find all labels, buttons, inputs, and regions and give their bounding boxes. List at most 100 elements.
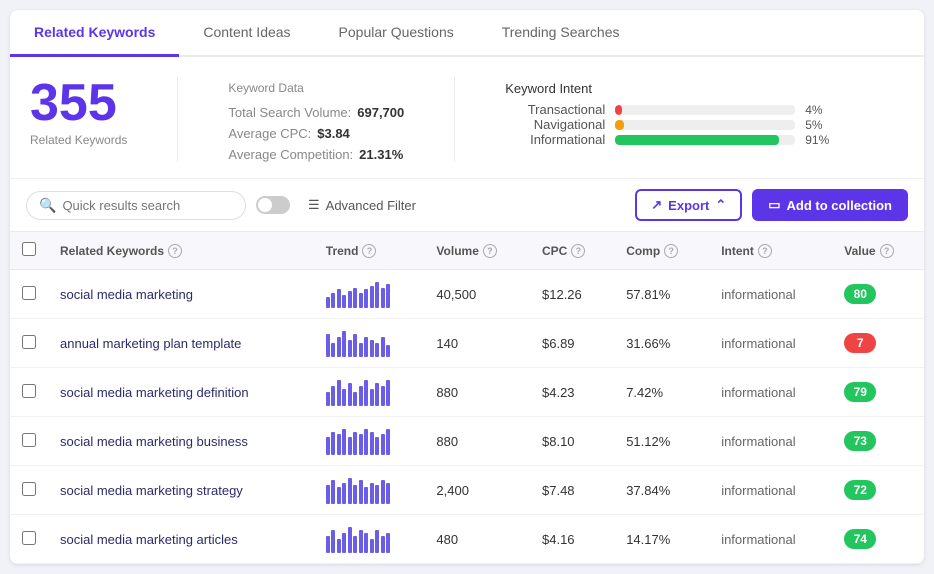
row-checkbox[interactable] [22, 531, 36, 545]
row-checkbox[interactable] [22, 384, 36, 398]
td-volume: 480 [424, 515, 530, 564]
trend-bar [370, 286, 374, 308]
trend-bar [331, 293, 335, 308]
tab-trending-searches[interactable]: Trending Searches [478, 10, 644, 57]
search-icon: 🔍 [39, 197, 56, 214]
td-trend [314, 270, 425, 319]
th-keyword-info-icon[interactable]: ? [168, 244, 182, 258]
trend-bar [375, 437, 379, 455]
trend-bars [326, 329, 413, 357]
trend-bar [364, 487, 368, 504]
intent-bar-bg [615, 135, 795, 145]
trend-bar [364, 429, 368, 455]
filter-icon: ☰ [308, 197, 320, 213]
keyword-intent-section: Keyword Intent Transactional 4% Navigati… [505, 77, 835, 147]
trend-bar [326, 334, 330, 357]
td-trend [314, 319, 425, 368]
collection-icon: ▭ [768, 197, 780, 213]
export-chevron-icon: ⌃ [715, 197, 726, 213]
row-checkbox[interactable] [22, 482, 36, 496]
trend-bar [326, 437, 330, 455]
select-all-checkbox[interactable] [22, 242, 36, 256]
th-comp-info-icon[interactable]: ? [664, 244, 678, 258]
td-check [10, 368, 48, 417]
trend-bar [342, 429, 346, 455]
td-cpc: $4.16 [530, 515, 614, 564]
intent-bar [615, 105, 622, 115]
value-badge: 73 [844, 431, 876, 451]
search-box[interactable]: 🔍 [26, 191, 246, 220]
trend-bar [375, 282, 379, 308]
td-volume: 880 [424, 368, 530, 417]
td-volume: 880 [424, 417, 530, 466]
th-cpc-info-icon[interactable]: ? [571, 244, 585, 258]
th-volume-info-icon[interactable]: ? [483, 244, 497, 258]
intent-label: Navigational [505, 117, 605, 132]
trend-bar [342, 483, 346, 504]
table-row: social media marketing articles 480 $4.1… [10, 515, 924, 564]
trend-bar [348, 478, 352, 504]
keywords-table: Related Keywords ? Trend ? Volume [10, 232, 924, 564]
kd-comp-value: 21.31% [359, 147, 403, 162]
value-badge: 79 [844, 382, 876, 402]
trend-bar [353, 536, 357, 553]
row-checkbox[interactable] [22, 433, 36, 447]
trend-bar [348, 527, 352, 553]
th-intent-info-icon[interactable]: ? [758, 244, 772, 258]
td-volume: 40,500 [424, 270, 530, 319]
td-cpc: $6.89 [530, 319, 614, 368]
tab-related-keywords[interactable]: Related Keywords [10, 10, 179, 57]
td-intent: informational [709, 417, 832, 466]
trend-bars [326, 427, 413, 455]
search-input[interactable] [62, 198, 233, 213]
row-checkbox[interactable] [22, 335, 36, 349]
trend-bar [364, 380, 368, 406]
intent-row-informational: Informational 91% [505, 132, 835, 147]
intent-pct: 91% [805, 133, 835, 147]
th-comp: Comp ? [614, 232, 709, 270]
divider-1 [177, 77, 178, 162]
value-badge: 72 [844, 480, 876, 500]
trend-bar [331, 386, 335, 406]
trend-bar [342, 533, 346, 553]
trend-bar [353, 485, 357, 504]
td-comp: 14.17% [614, 515, 709, 564]
th-check [10, 232, 48, 270]
toggle[interactable] [256, 196, 290, 214]
trend-bar [359, 293, 363, 308]
trend-bar [359, 386, 363, 406]
tab-content-ideas[interactable]: Content Ideas [179, 10, 314, 57]
trend-bar [348, 291, 352, 308]
trend-bar [375, 530, 379, 553]
keyword-name[interactable]: social media marketing definition [60, 385, 249, 400]
trend-bar [331, 480, 335, 504]
td-cpc: $7.48 [530, 466, 614, 515]
td-keyword: social media marketing articles [48, 515, 314, 564]
keyword-name[interactable]: social media marketing [60, 287, 193, 302]
trend-bar [348, 437, 352, 455]
trend-bar [348, 340, 352, 357]
trend-bar [386, 284, 390, 308]
keyword-name[interactable]: social media marketing strategy [60, 483, 243, 498]
keyword-count-number: 355 [30, 77, 117, 129]
keyword-name[interactable]: annual marketing plan template [60, 336, 241, 351]
tab-popular-questions[interactable]: Popular Questions [315, 10, 478, 57]
keyword-name[interactable]: social media marketing business [60, 434, 248, 449]
add-collection-label: Add to collection [787, 198, 892, 213]
trend-bar [348, 383, 352, 406]
row-checkbox[interactable] [22, 286, 36, 300]
advanced-filter-button[interactable]: ☰ Advanced Filter [300, 192, 424, 218]
th-cpc: CPC ? [530, 232, 614, 270]
kd-comp-label: Average Competition: [228, 147, 353, 162]
trend-bar [326, 392, 330, 406]
intent-bar-bg [615, 120, 795, 130]
th-trend-info-icon[interactable]: ? [362, 244, 376, 258]
keyword-name[interactable]: social media marketing articles [60, 532, 238, 547]
toggle-switch[interactable] [256, 196, 290, 214]
th-value-info-icon[interactable]: ? [880, 244, 894, 258]
table-row: social media marketing definition 880 $4… [10, 368, 924, 417]
trend-bar [342, 331, 346, 357]
export-button[interactable]: ↗ Export ⌃ [635, 189, 742, 221]
trend-bar [386, 429, 390, 455]
add-to-collection-button[interactable]: ▭ Add to collection [752, 189, 908, 221]
